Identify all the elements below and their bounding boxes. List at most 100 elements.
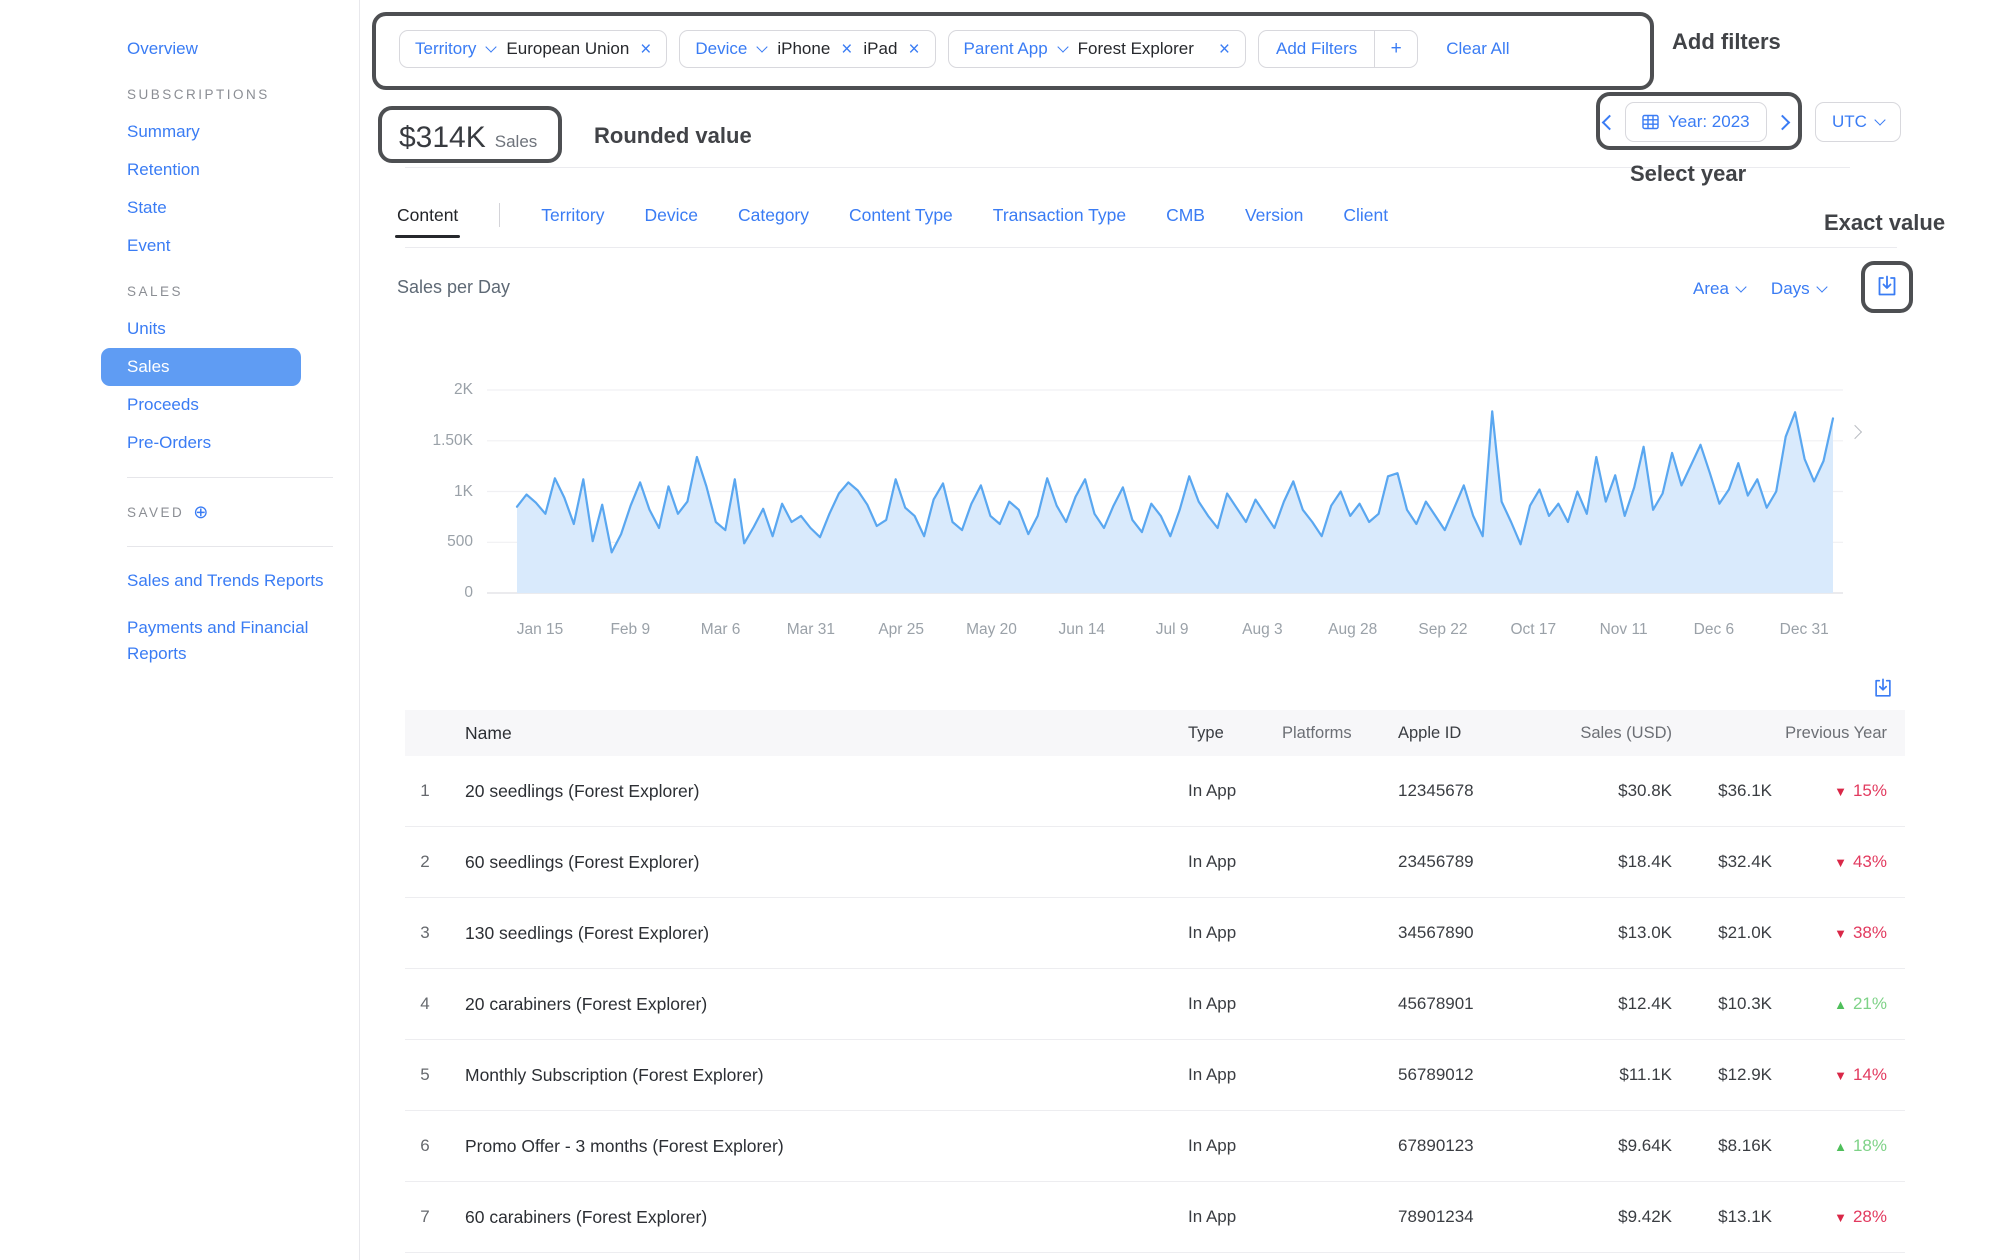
row-type: In App (1182, 852, 1282, 872)
plus-icon[interactable]: + (1375, 38, 1417, 60)
circle-plus-icon[interactable]: ⊕ (193, 502, 208, 523)
chevron-down-icon[interactable] (757, 41, 768, 52)
chevron-right-icon[interactable] (1774, 114, 1790, 130)
row-change-percent: 38% (1853, 923, 1887, 942)
year-navigation: Year: 2023 (1604, 102, 1788, 142)
row-sales: $9.42K (1502, 1207, 1672, 1227)
y-axis-tick: 1.50K (388, 432, 473, 450)
chevron-left-icon[interactable] (1602, 114, 1618, 130)
table-row[interactable]: 760 carabiners (Forest Explorer)In App78… (405, 1182, 1905, 1253)
annotation-label-add-filters: Add filters (1672, 29, 1781, 55)
table-row[interactable]: 420 carabiners (Forest Explorer)In App45… (405, 969, 1905, 1040)
sidebar-item-event[interactable]: Event (0, 227, 359, 265)
row-previous: $13.1K (1672, 1207, 1772, 1227)
triangle-down-icon: ▼ (1834, 1068, 1847, 1083)
row-apple-id: 34567890 (1372, 923, 1502, 943)
timezone-selector[interactable]: UTC (1815, 102, 1901, 142)
y-axis-tick: 2K (388, 381, 473, 399)
tab-content-type[interactable]: Content Type (849, 205, 953, 226)
close-icon[interactable]: × (908, 40, 919, 59)
chart-title: Sales per Day (397, 277, 510, 298)
chart-type-dropdown[interactable]: Area (1693, 279, 1745, 299)
triangle-down-icon: ▼ (1834, 855, 1847, 870)
sidebar-item-overview[interactable]: Overview (0, 30, 359, 68)
table-row[interactable]: 5Monthly Subscription (Forest Explorer)I… (405, 1040, 1905, 1111)
sidebar-item-retention[interactable]: Retention (0, 151, 359, 189)
territory-filter-dropdown[interactable]: Territory (415, 39, 476, 59)
chevron-down-icon[interactable] (486, 41, 497, 52)
row-change-percent: 18% (1853, 1136, 1887, 1155)
table-header: Name Type Platforms Apple ID Sales (USD)… (405, 710, 1905, 756)
x-axis-tick: Jan 15 (494, 621, 586, 639)
tab-category[interactable]: Category (738, 205, 809, 226)
row-change-percent: 43% (1853, 852, 1887, 871)
x-axis-tick: Dec 6 (1668, 621, 1760, 639)
download-icon[interactable] (1875, 274, 1899, 298)
close-icon[interactable]: × (841, 40, 852, 59)
x-axis-tick: Sep 22 (1397, 621, 1489, 639)
tab-cmb[interactable]: CMB (1166, 205, 1205, 226)
chart-scroll-right[interactable] (1846, 420, 1864, 446)
add-filters-button[interactable]: Add Filters (1259, 39, 1374, 59)
chart-type-label: Area (1693, 279, 1729, 299)
x-axis-tick: Aug 3 (1216, 621, 1308, 639)
close-icon[interactable]: × (1219, 40, 1230, 59)
row-type: In App (1182, 1136, 1282, 1156)
device-filter-dropdown[interactable]: Device (695, 39, 747, 59)
tab-territory[interactable]: Territory (541, 205, 604, 226)
sidebar-item-pre-orders[interactable]: Pre-Orders (0, 424, 359, 462)
chart-interval-dropdown[interactable]: Days (1771, 279, 1826, 299)
sidebar-item-payments-and-financial-reports[interactable]: Payments and Financial Reports (0, 615, 327, 667)
row-change: ▼ 38% (1772, 923, 1887, 943)
row-name: 60 seedlings (Forest Explorer) (445, 852, 1182, 873)
year-selector-button[interactable]: Year: 2023 (1625, 102, 1767, 142)
row-name: 20 seedlings (Forest Explorer) (445, 781, 1182, 802)
row-sales: $13.0K (1502, 923, 1672, 943)
table-row[interactable]: 260 seedlings (Forest Explorer)In App234… (405, 827, 1905, 898)
tab-transaction-type[interactable]: Transaction Type (993, 205, 1126, 226)
clear-all-button[interactable]: Clear All (1446, 39, 1509, 59)
table-row[interactable]: 3130 seedlings (Forest Explorer)In App34… (405, 898, 1905, 969)
row-apple-id: 12345678 (1372, 781, 1502, 801)
row-previous: $21.0K (1672, 923, 1772, 943)
row-name: 60 carabiners (Forest Explorer) (445, 1207, 1182, 1228)
sidebar-item-state[interactable]: State (0, 189, 359, 227)
row-change: ▼28% (1772, 1207, 1887, 1227)
x-axis-tick: Oct 17 (1487, 621, 1579, 639)
sidebar-item-units[interactable]: Units (0, 310, 359, 348)
download-icon[interactable] (1872, 677, 1894, 699)
triangle-down-icon: ▼ (1834, 926, 1847, 941)
x-axis-tick: Jun 14 (1036, 621, 1128, 639)
tab-device[interactable]: Device (645, 205, 699, 226)
sales-chart-svg[interactable] (400, 370, 1860, 610)
sidebar-item-summary[interactable]: Summary (0, 113, 359, 151)
sidebar-section-sales: SALES (0, 272, 359, 310)
tab-client[interactable]: Client (1343, 205, 1388, 226)
header-sales-usd: Sales (USD) (1502, 724, 1672, 743)
sidebar-nav: OverviewSUBSCRIPTIONSSummaryRetentionSta… (0, 0, 360, 1260)
sidebar-item-proceeds[interactable]: Proceeds (0, 386, 359, 424)
sidebar-item-sales-and-trends-reports[interactable]: Sales and Trends Reports (0, 568, 327, 594)
triangle-up-icon: ▲ (1834, 1139, 1847, 1154)
x-axis-tick: Nov 11 (1578, 621, 1670, 639)
chevron-down-icon[interactable] (1057, 41, 1068, 52)
x-axis-tick: Apr 25 (855, 621, 947, 639)
close-icon[interactable]: × (640, 40, 651, 59)
header-apple-id: Apple ID (1372, 724, 1502, 743)
sidebar-item-sales[interactable]: Sales (101, 348, 301, 386)
parent-app-filter-dropdown[interactable]: Parent App (964, 39, 1048, 59)
row-type: In App (1182, 994, 1282, 1014)
triangle-down-icon: ▼ (1834, 784, 1847, 799)
total-sales-unit: Sales (495, 132, 538, 152)
dimension-tabs: Content Territory Device Category Content Ty… (397, 197, 1388, 233)
table-body: 120 seedlings (Forest Explorer)In App123… (405, 756, 1905, 1253)
x-axis-tick: Mar 6 (675, 621, 767, 639)
tab-content[interactable]: Content (397, 205, 458, 226)
tab-version[interactable]: Version (1245, 205, 1303, 226)
table-row[interactable]: 120 seedlings (Forest Explorer)In App123… (405, 756, 1905, 827)
filter-bar: Territory European Union × Device iPhone… (399, 30, 1510, 68)
annotation-label-rounded-value: Rounded value (594, 123, 752, 149)
sidebar-divider (127, 546, 333, 547)
table-row[interactable]: 6Promo Offer - 3 months (Forest Explorer… (405, 1111, 1905, 1182)
timezone-label: UTC (1832, 112, 1867, 132)
